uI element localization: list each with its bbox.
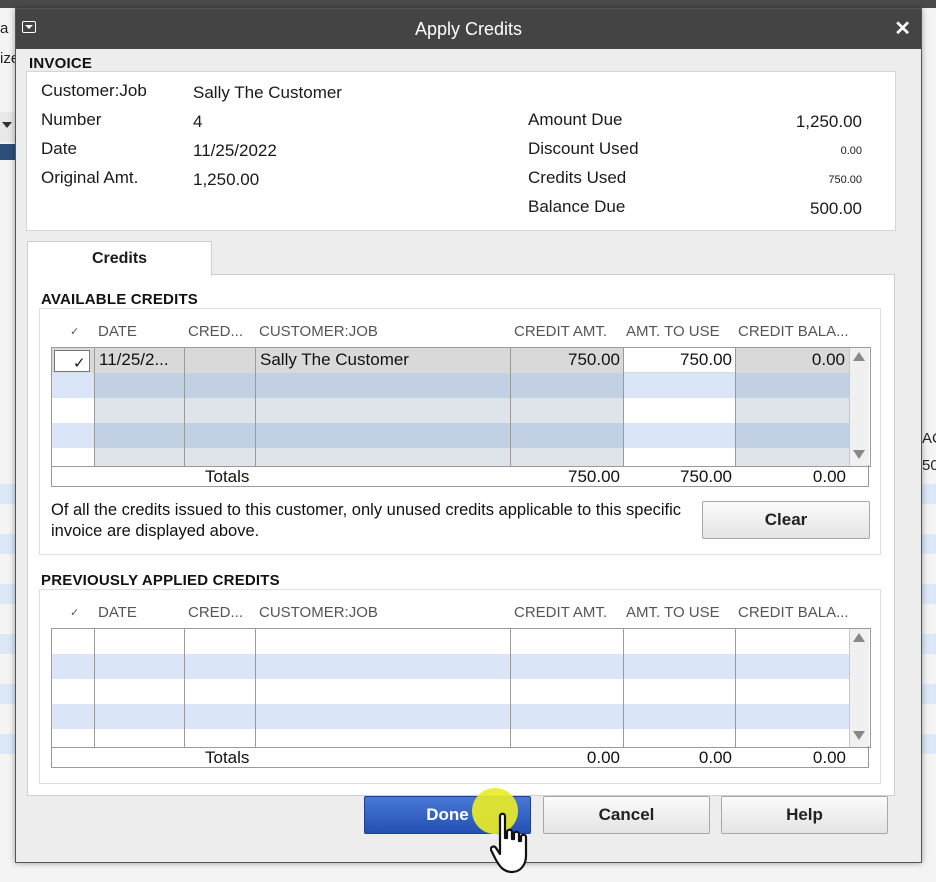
customer-job-label: Customer:Job	[41, 81, 147, 100]
column-header-cred[interactable]: CRED...	[188, 323, 243, 340]
discount-used-value: 0.00	[840, 145, 862, 157]
total-credit-amt: 750.00	[568, 467, 620, 486]
column-header-amt-to-use[interactable]: AMT. TO USE	[626, 323, 720, 340]
background-fragment: 50	[922, 457, 936, 474]
cell-credit-amt: 750.00	[568, 350, 620, 369]
column-divider	[94, 629, 95, 747]
column-divider	[184, 348, 185, 466]
available-credits-table: ✓ 11/25/2... Sally The Customer 750.00 7…	[51, 347, 871, 467]
original-amt-value: 1,250.00	[193, 170, 260, 189]
original-amt-label: Original Amt.	[41, 168, 139, 187]
column-shade	[510, 373, 623, 466]
column-header-credit-balance[interactable]: CREDIT BALA...	[738, 604, 849, 621]
balance-due-value: 500.00	[810, 199, 862, 218]
table-row-empty	[52, 679, 849, 704]
column-header-cred[interactable]: CRED...	[188, 604, 243, 621]
background-dropdown	[0, 112, 16, 142]
scroll-up-icon[interactable]	[853, 633, 865, 642]
cell-date: 11/25/2...	[99, 350, 169, 369]
tab-credits[interactable]: Credits	[27, 241, 212, 276]
column-shade	[184, 373, 255, 466]
background-topbar	[0, 0, 936, 8]
invoice-box: Customer:Job Sally The Customer Number 4…	[26, 71, 896, 231]
column-divider	[510, 629, 511, 747]
available-credits-group: ✓ DATE CRED... CUSTOMER:JOB CREDIT AMT. …	[39, 308, 881, 555]
amt-to-use-input[interactable]: 750.00	[625, 350, 732, 370]
date-label: Date	[41, 139, 77, 158]
row-checkbox[interactable]: ✓	[54, 350, 90, 372]
table-row-empty	[52, 704, 849, 729]
vertical-scrollbar[interactable]	[849, 348, 869, 466]
balance-due-label: Balance Due	[528, 197, 626, 216]
background-header-bar	[0, 144, 16, 160]
previously-applied-group: ✓ DATE CRED... CUSTOMER:JOB CREDIT AMT. …	[39, 589, 881, 784]
scroll-up-icon[interactable]	[853, 352, 865, 361]
column-header-amt-to-use[interactable]: AMT. TO USE	[626, 604, 720, 621]
number-label: Number	[41, 110, 102, 129]
cell-customer-job: Sally The Customer	[260, 350, 409, 369]
previously-applied-credits-title: PREVIOUSLY APPLIED CREDITS	[41, 572, 280, 589]
amount-due-value: 1,250.00	[795, 112, 862, 131]
total-credit-amt: 0.00	[586, 748, 620, 767]
amount-due-label: Amount Due	[528, 110, 623, 129]
totals-label: Totals	[205, 467, 250, 486]
help-button[interactable]: Help	[721, 796, 888, 834]
previously-applied-table	[51, 628, 871, 748]
column-divider	[184, 629, 185, 747]
cancel-button[interactable]: Cancel	[543, 796, 710, 834]
check-icon: ✓	[73, 355, 86, 372]
table-row-empty	[52, 654, 849, 679]
credits-used-label: Credits Used	[528, 168, 627, 187]
total-credit-balance: 0.00	[812, 748, 846, 767]
apply-credits-dialog: Apply Credits ✕ INVOICE Customer:Job Sal…	[15, 8, 922, 863]
clear-button[interactable]: Clear	[702, 501, 870, 539]
customer-job-value: Sally The Customer	[193, 83, 342, 102]
background-fragment: a	[0, 20, 9, 37]
dialog-title: Apply Credits	[414, 19, 523, 39]
column-divider	[623, 629, 624, 747]
column-header-customer-job[interactable]: CUSTOMER:JOB	[259, 604, 378, 621]
column-divider	[255, 348, 256, 466]
scroll-down-icon[interactable]	[853, 450, 865, 459]
available-credits-note: Of all the credits issued to this custom…	[51, 501, 682, 540]
column-shade	[255, 373, 510, 466]
column-divider	[255, 629, 256, 747]
column-header-credit-amt[interactable]: CREDIT AMT.	[514, 604, 607, 621]
scroll-down-icon[interactable]	[853, 731, 865, 740]
invoice-section-title: INVOICE	[29, 55, 93, 72]
available-credits-title: AVAILABLE CREDITS	[41, 291, 199, 308]
column-divider	[735, 348, 736, 466]
column-header-date[interactable]: DATE	[98, 323, 137, 340]
close-icon[interactable]: ✕	[894, 16, 911, 41]
column-divider	[94, 348, 95, 466]
number-value: 4	[193, 112, 203, 131]
column-shade	[735, 373, 849, 466]
totals-label: Totals	[205, 748, 250, 767]
total-amt-to-use: 750.00	[680, 467, 732, 486]
vertical-scrollbar[interactable]	[849, 629, 869, 747]
column-header-credit-amt[interactable]: CREDIT AMT.	[514, 323, 607, 340]
column-header-customer-job[interactable]: CUSTOMER:JOB	[259, 323, 378, 340]
total-amt-to-use: 0.00	[698, 748, 732, 767]
column-header-check[interactable]: ✓	[70, 325, 79, 338]
table-row-empty	[52, 629, 849, 654]
column-shade	[94, 373, 184, 466]
total-credit-balance: 0.00	[812, 467, 846, 486]
dialog-body: INVOICE Customer:Job Sally The Customer …	[16, 49, 921, 862]
tab-credits-label: Credits	[91, 250, 148, 267]
column-header-date[interactable]: DATE	[98, 604, 137, 621]
cell-credit-balance: 0.00	[811, 350, 845, 369]
column-header-check[interactable]: ✓	[70, 606, 79, 619]
column-divider	[510, 348, 511, 466]
hand-cursor-icon	[490, 812, 528, 874]
discount-used-label: Discount Used	[528, 139, 639, 158]
background-fragment: AC	[922, 430, 936, 447]
credits-used-value: 750.00	[828, 174, 862, 186]
dialog-titlebar[interactable]: Apply Credits ✕	[16, 9, 921, 49]
column-header-credit-balance[interactable]: CREDIT BALA...	[738, 323, 849, 340]
date-value: 11/25/2022	[193, 141, 277, 160]
column-divider	[735, 629, 736, 747]
